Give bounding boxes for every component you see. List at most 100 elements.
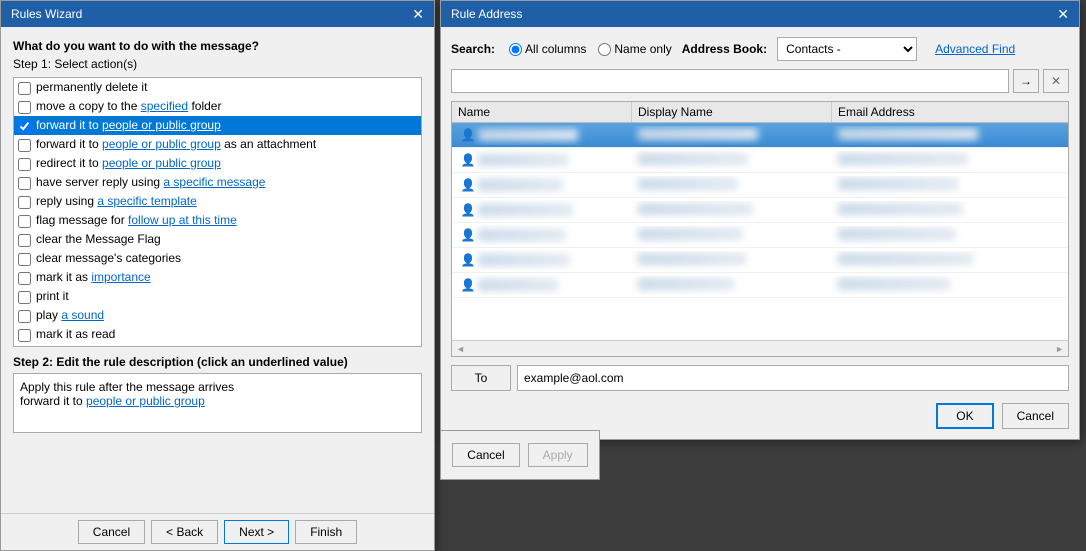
action-checkbox-5[interactable] — [18, 158, 31, 171]
action-checkbox-14[interactable] — [18, 329, 31, 342]
ok-button[interactable]: OK — [936, 403, 993, 429]
step2-group-link[interactable]: people or public group — [86, 394, 205, 408]
col-header-name[interactable]: Name — [452, 102, 632, 122]
table-cell-email — [832, 201, 1068, 220]
ra-close-button[interactable]: ✕ — [1057, 7, 1069, 21]
scroll-left-icon[interactable]: ◄ — [456, 344, 465, 354]
action-checkbox-3[interactable] — [18, 120, 31, 133]
action-checkbox-2[interactable] — [18, 101, 31, 114]
action-item: print it — [14, 287, 421, 306]
action-label: mark it as importance — [36, 270, 151, 284]
col-header-email[interactable]: Email Address — [832, 102, 1068, 122]
next-button[interactable]: Next > — [224, 520, 289, 544]
bottom-cancel-button[interactable]: Cancel — [452, 443, 519, 467]
action-checkbox-6[interactable] — [18, 177, 31, 190]
table-cell-display — [632, 276, 832, 295]
blurred-name — [478, 179, 563, 191]
blurred-email — [838, 153, 968, 165]
table-row[interactable]: 👤 — [452, 148, 1068, 173]
people-group-link-3[interactable]: people or public group — [102, 118, 221, 132]
table-row[interactable]: 👤 — [452, 223, 1068, 248]
action-item: mark it as importance — [14, 268, 421, 287]
action-item: move a copy to the specified folder — [14, 97, 421, 116]
ra-cancel-button[interactable]: Cancel — [1002, 403, 1069, 429]
table-row[interactable]: 👤 — [452, 273, 1068, 298]
table-cell-display — [632, 151, 832, 170]
table-cell-email — [832, 176, 1068, 195]
table-cell-email — [832, 276, 1068, 295]
horizontal-scrollbar[interactable]: ◄ ► — [452, 340, 1068, 356]
blurred-display — [638, 228, 743, 240]
bottom-apply-button[interactable]: Apply — [528, 443, 588, 467]
search-clear-button[interactable]: ✕ — [1043, 69, 1069, 93]
people-group-link-5[interactable]: people or public group — [102, 156, 221, 170]
finish-button[interactable]: Finish — [295, 520, 357, 544]
action-checkbox-8[interactable] — [18, 215, 31, 228]
blurred-display — [638, 203, 753, 215]
radio-all-columns-input[interactable] — [509, 43, 522, 56]
advanced-find-link[interactable]: Advanced Find — [935, 42, 1015, 56]
action-item: forward it to people or public group as … — [14, 135, 421, 154]
action-checkbox-9[interactable] — [18, 234, 31, 247]
person-icon: 👤 — [458, 177, 478, 193]
bottom-panel: Cancel Apply — [440, 430, 600, 480]
cancel-button[interactable]: Cancel — [78, 520, 145, 544]
search-label: Search: — [451, 42, 495, 56]
action-checkbox-11[interactable] — [18, 272, 31, 285]
step2-text-before: forward it to — [20, 394, 86, 408]
table-row[interactable]: 👤 — [452, 173, 1068, 198]
importance-link[interactable]: importance — [91, 270, 150, 284]
table-row[interactable]: 👤 — [452, 123, 1068, 148]
email-input[interactable] — [517, 365, 1069, 391]
action-checkbox-1[interactable] — [18, 82, 31, 95]
specific-template-link[interactable]: a specific template — [97, 194, 196, 208]
action-label: clear message's categories — [36, 251, 181, 265]
action-item-selected: forward it to people or public group — [14, 116, 421, 135]
people-group-link-4[interactable]: people or public group — [102, 137, 221, 151]
ra-footer: OK Cancel — [451, 399, 1069, 429]
specified-link[interactable]: specified — [141, 99, 188, 113]
action-checkbox-4[interactable] — [18, 139, 31, 152]
wizard-footer: Cancel < Back Next > Finish — [1, 513, 434, 550]
blurred-display — [638, 253, 746, 265]
blurred-name — [478, 129, 578, 141]
action-list[interactable]: permanently delete it move a copy to the… — [13, 77, 422, 347]
col-header-display[interactable]: Display Name — [632, 102, 832, 122]
action-checkbox-7[interactable] — [18, 196, 31, 209]
address-book-select[interactable]: Contacts - — [777, 37, 917, 61]
action-label: reply using a specific template — [36, 194, 197, 208]
to-button[interactable]: To — [451, 365, 511, 391]
radio-name-only[interactable]: Name only — [598, 42, 671, 56]
back-button[interactable]: < Back — [151, 520, 218, 544]
table-body[interactable]: 👤 👤 — [452, 123, 1068, 340]
table-cell-name: 👤 — [452, 150, 632, 170]
action-item: have server reply using a specific messa… — [14, 173, 421, 192]
table-cell-email — [832, 126, 1068, 145]
search-input-group: → ✕ — [451, 69, 1069, 93]
to-row: To — [451, 365, 1069, 391]
search-input[interactable] — [451, 69, 1009, 93]
scroll-right-icon[interactable]: ► — [1055, 344, 1064, 354]
wizard-close-button[interactable]: ✕ — [412, 7, 424, 21]
radio-all-columns[interactable]: All columns — [509, 42, 586, 56]
action-label: permanently delete it — [36, 80, 147, 94]
action-checkbox-12[interactable] — [18, 291, 31, 304]
specific-message-link[interactable]: a specific message — [163, 175, 265, 189]
action-checkbox-10[interactable] — [18, 253, 31, 266]
blurred-name — [478, 154, 568, 166]
action-label: have server reply using a specific messa… — [36, 175, 265, 189]
action-label: redirect it to people or public group — [36, 156, 221, 170]
radio-name-only-input[interactable] — [598, 43, 611, 56]
action-label: flag message for follow up at this time — [36, 213, 237, 227]
blurred-display — [638, 278, 734, 290]
table-row[interactable]: 👤 — [452, 198, 1068, 223]
table-row[interactable]: 👤 — [452, 248, 1068, 273]
table-header: Name Display Name Email Address — [452, 102, 1068, 123]
person-icon: 👤 — [458, 277, 478, 293]
action-checkbox-13[interactable] — [18, 310, 31, 323]
sound-link[interactable]: a sound — [61, 308, 104, 322]
search-go-button[interactable]: → — [1013, 69, 1039, 93]
blurred-email — [838, 253, 973, 265]
followup-link[interactable]: follow up at this time — [128, 213, 237, 227]
blurred-display — [638, 128, 758, 140]
